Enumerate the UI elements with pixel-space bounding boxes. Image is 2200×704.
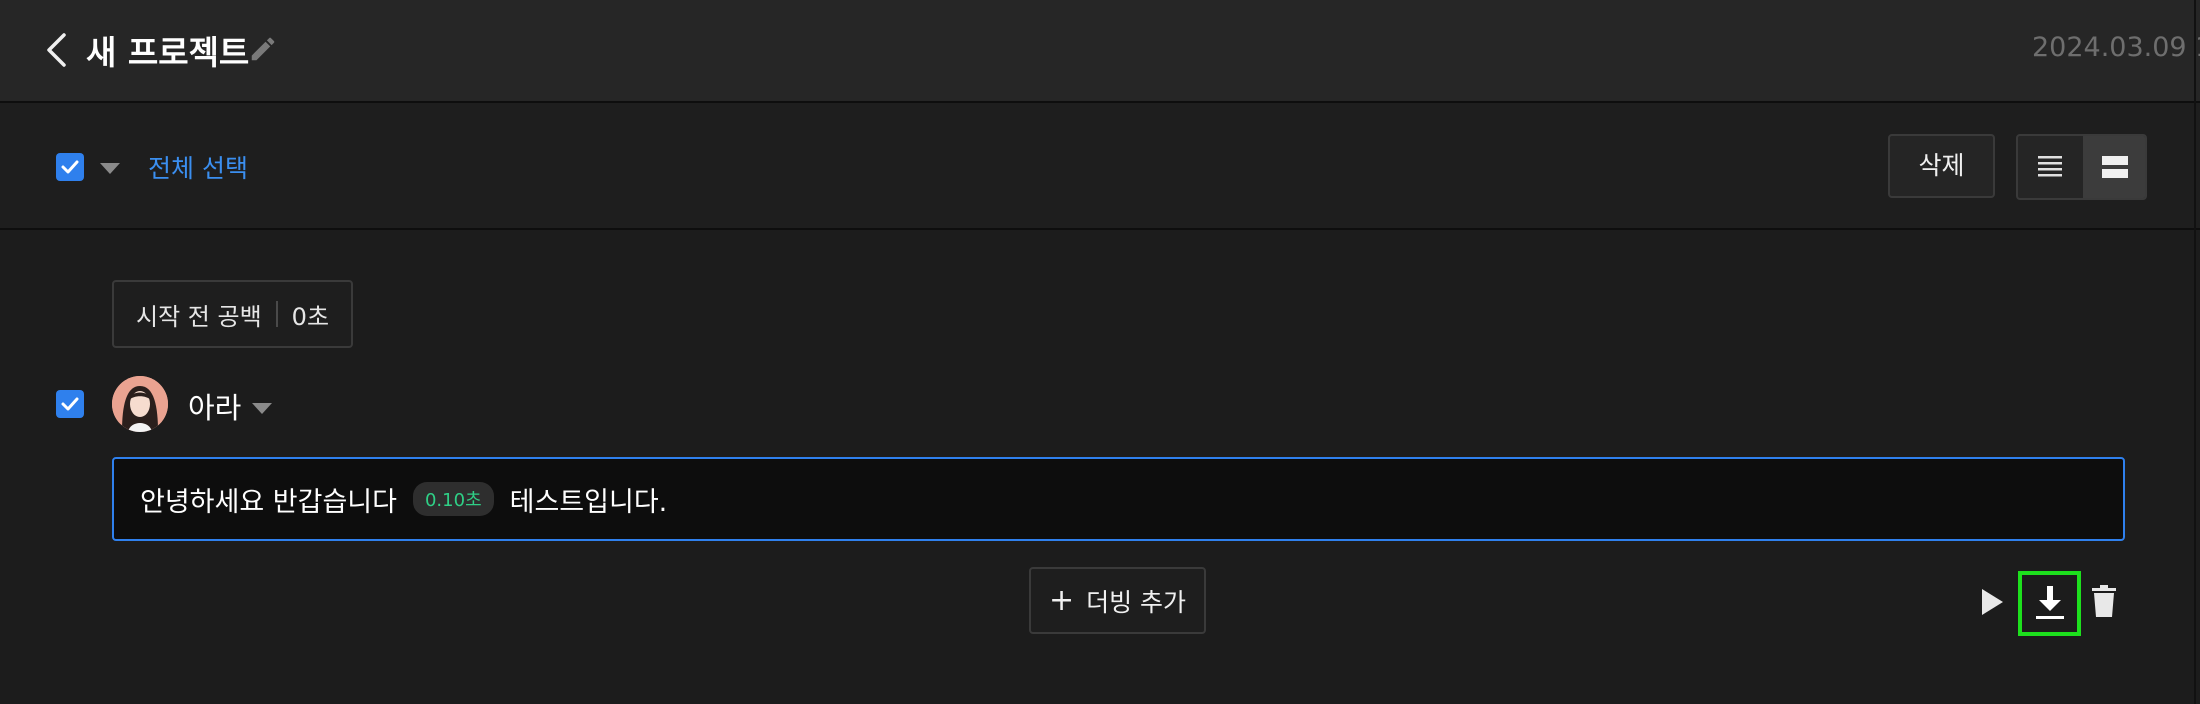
block-view-button[interactable]	[2083, 136, 2145, 198]
delete-button[interactable]: 삭제	[1888, 134, 1995, 198]
speaker-avatar[interactable]	[112, 376, 168, 432]
script-text-input[interactable]: 안녕하세요 반갑습니다 0.10초 테스트입니다.	[112, 457, 2125, 541]
project-title: 새 프로젝트	[86, 33, 250, 72]
back-chevron-icon[interactable]	[44, 32, 70, 68]
avatar-image	[112, 376, 168, 432]
add-dubbing-label: 더빙 추가	[1086, 587, 1187, 617]
view-mode-toggle	[2016, 134, 2147, 200]
play-icon[interactable]	[1978, 586, 2006, 618]
block-view-icon	[2102, 156, 2128, 178]
script-text-before: 안녕하세요 반갑습니다	[140, 486, 397, 518]
speaker-dropdown-caret-icon[interactable]	[251, 401, 273, 415]
select-all-label[interactable]: 전체 선택	[148, 149, 248, 185]
pause-chip[interactable]: 0.10초	[412, 482, 494, 516]
header: 새 프로젝트 2024.03.09 16	[0, 0, 2200, 103]
plus-icon: +	[1048, 582, 1075, 618]
speaker-row-checkbox[interactable]	[56, 390, 84, 418]
selection-toolbar: 전체 선택 삭제	[0, 103, 2200, 230]
divider	[275, 301, 278, 327]
window-edge	[2194, 0, 2196, 704]
pre-gap-value: 0초	[291, 302, 330, 331]
select-all-checkbox[interactable]	[56, 153, 84, 181]
download-icon[interactable]	[2033, 584, 2067, 622]
script-text-after: 테스트입니다.	[509, 486, 668, 518]
project-date: 2024.03.09 16	[2032, 32, 2200, 63]
trash-icon[interactable]	[2091, 584, 2117, 618]
pencil-icon[interactable]	[248, 34, 278, 64]
select-dropdown-caret-icon[interactable]	[99, 161, 121, 175]
check-icon	[61, 160, 79, 174]
pre-gap-label: 시작 전 공백	[136, 302, 262, 331]
add-dubbing-button[interactable]: + 더빙 추가	[1029, 567, 1206, 634]
pre-start-gap[interactable]: 시작 전 공백 0초	[112, 280, 354, 348]
list-view-icon	[2038, 156, 2062, 177]
check-icon	[61, 397, 79, 411]
list-view-button[interactable]	[2018, 136, 2082, 198]
app-window: 새 프로젝트 2024.03.09 16 전체 선택 삭제	[0, 0, 2200, 704]
speaker-name[interactable]: 아라	[188, 385, 241, 427]
